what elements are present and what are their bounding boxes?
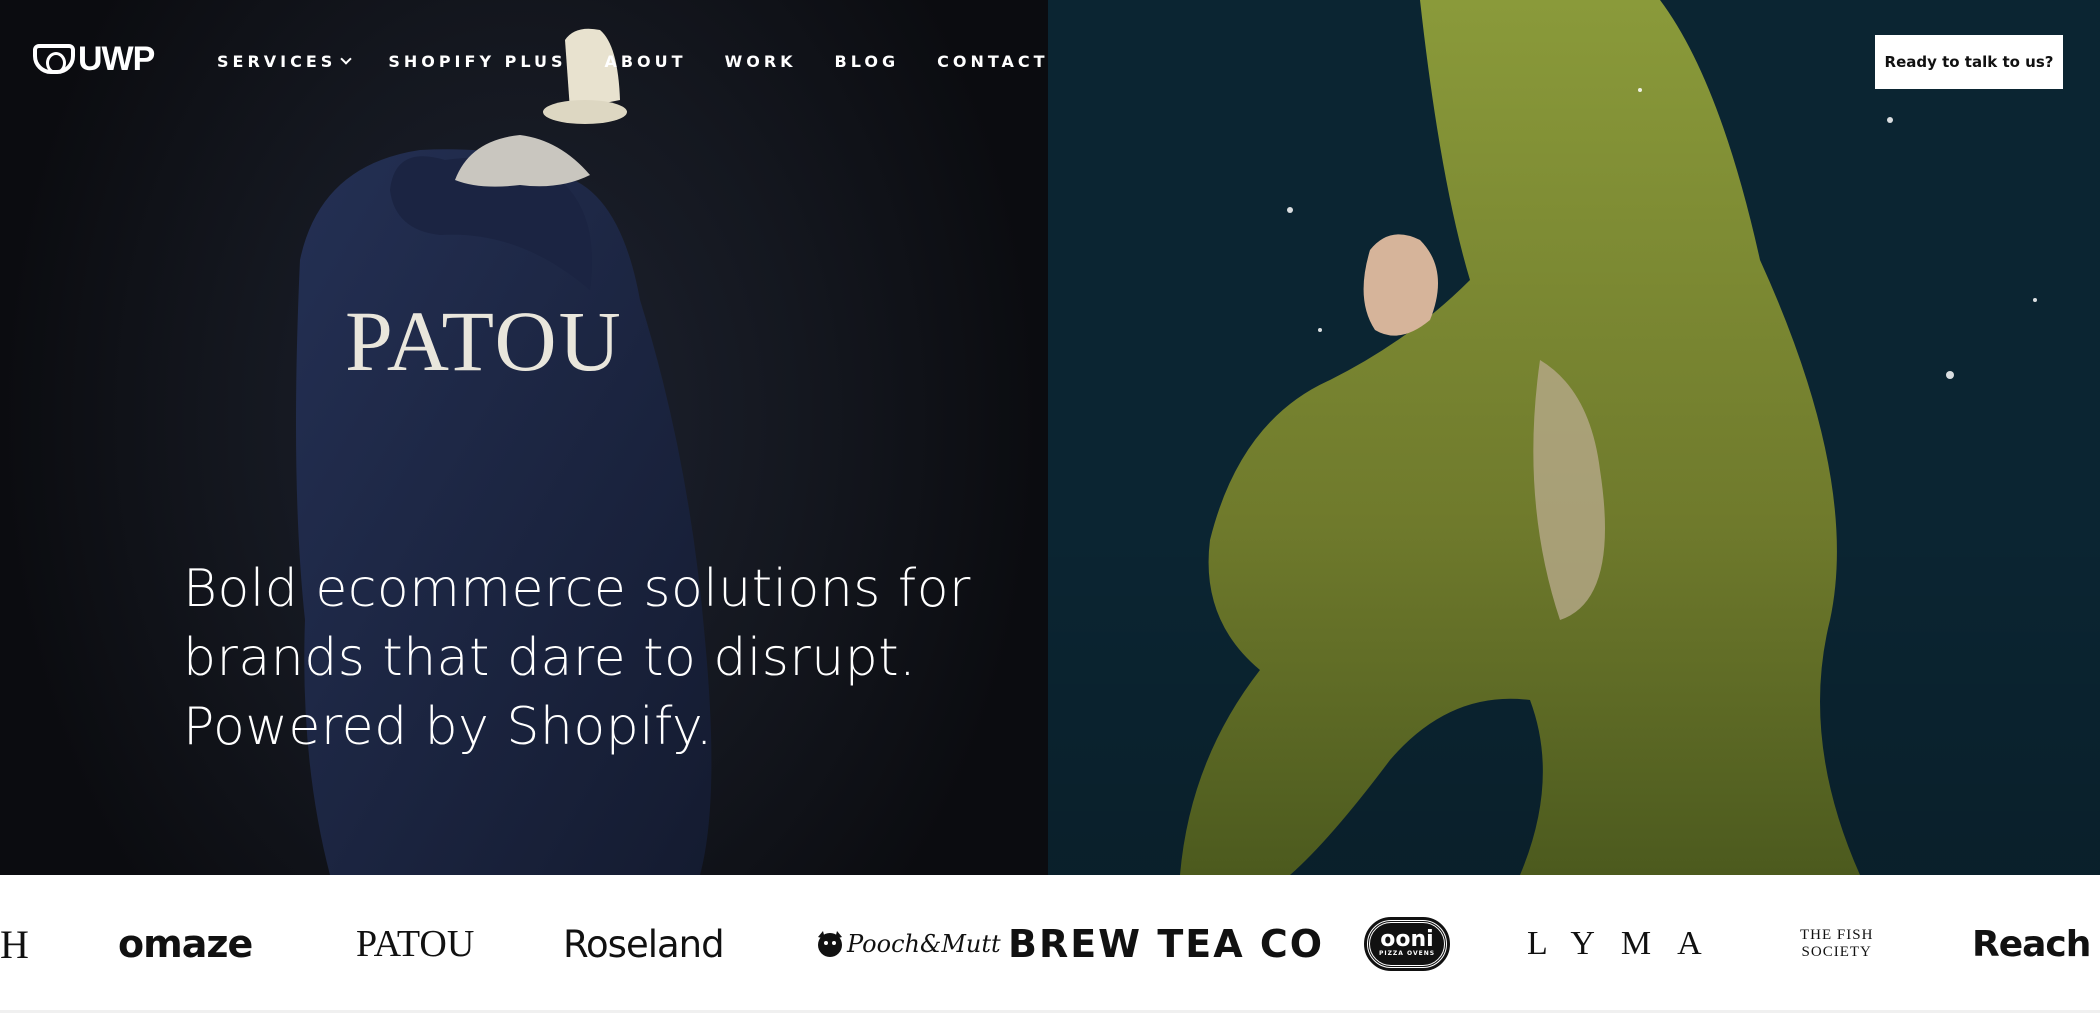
ooni-wordmark: ooni	[1380, 927, 1434, 952]
nav-work[interactable]: WORK	[725, 52, 797, 71]
hero-headline: Bold ecommerce solutions for brands that…	[183, 555, 1003, 762]
uwp-logo[interactable]: UWP	[33, 40, 155, 78]
fish-society-line-2: SOCIETY	[1801, 944, 1872, 960]
logo-text: UWP	[78, 40, 155, 78]
headline-line-2: brands that dare to disrupt.	[183, 628, 917, 688]
nav-contact[interactable]: CONTACT	[937, 52, 1048, 71]
client-logo-strip: H omaze PATOU Roseland Pooch&Mutt BREW T…	[0, 875, 2100, 1013]
chevron-down-icon	[340, 52, 352, 65]
logo-mark-icon	[33, 44, 75, 74]
pooch-wordmark: Pooch&Mutt	[847, 930, 1001, 958]
ooni-badge: ooni PIZZA OVENS	[1364, 917, 1450, 971]
headline-line-1: Bold ecommerce solutions for	[183, 559, 971, 619]
nav-services[interactable]: SERVICES	[217, 52, 352, 71]
nav-services-label: SERVICES	[217, 52, 337, 71]
brand-logo-roseland: Roseland	[563, 922, 725, 966]
headline-line-3: Powered by Shopify.	[183, 697, 713, 757]
brand-logo-lyma: LYMA	[1527, 925, 1728, 962]
brand-logo-partial: H	[0, 921, 31, 967]
brand-logo-reach: Reach	[1972, 923, 2091, 965]
nav-blog[interactable]: BLOG	[835, 52, 900, 71]
fish-society-line-1: THE FISH	[1800, 927, 1874, 943]
brand-logo-brew-tea-co: BREW TEA CO	[1008, 922, 1325, 966]
site-header: UWP SERVICES SHOPIFY PLUS ABOUT WORK BLO…	[0, 0, 2100, 124]
coat-lettering: PATOU	[345, 293, 623, 389]
nav-about[interactable]: ABOUT	[604, 52, 686, 71]
brand-logo-omaze: omaze	[118, 922, 253, 966]
main-nav: SERVICES SHOPIFY PLUS ABOUT WORK BLOG CO…	[217, 52, 1087, 71]
talk-to-us-button[interactable]: Ready to talk to us?	[1875, 35, 2063, 89]
ooni-subtext: PIZZA OVENS	[1378, 950, 1436, 957]
dress-figure-illustration	[1180, 0, 2037, 875]
brand-logo-ooni: ooni PIZZA OVENS	[1364, 875, 1450, 1010]
brand-logo-the-fish-society: THE FISH SOCIETY	[1800, 875, 1874, 1010]
brand-logo-pooch-and-mutt: Pooch&Mutt	[813, 875, 1001, 1010]
dog-icon	[818, 931, 842, 957]
nav-shopify-plus[interactable]: SHOPIFY PLUS	[388, 52, 566, 71]
brand-logo-patou: PATOU	[356, 923, 475, 965]
